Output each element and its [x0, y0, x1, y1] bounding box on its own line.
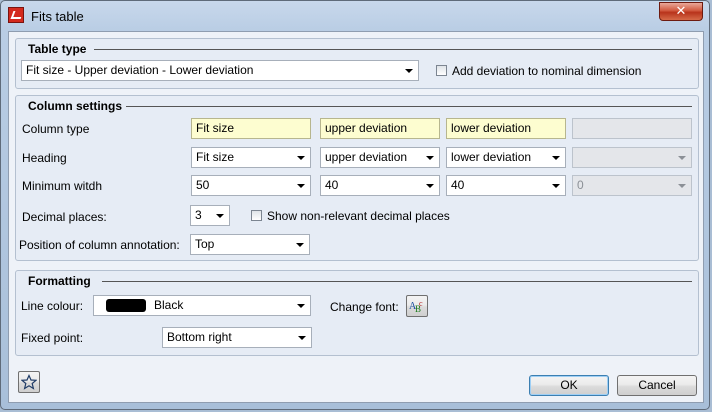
column-settings-title: Column settings — [28, 99, 123, 113]
min-width-value: 0 — [577, 178, 584, 192]
cancel-button[interactable]: Cancel — [617, 375, 697, 396]
favorites-button[interactable] — [18, 371, 40, 393]
ok-button[interactable]: OK — [529, 375, 609, 396]
change-font-label: Change font: — [330, 300, 399, 314]
column-type-label: Column type — [22, 122, 90, 136]
colour-swatch — [106, 299, 146, 312]
fixed-point-label: Fixed point: — [21, 331, 84, 345]
chevron-down-icon — [426, 156, 434, 160]
chevron-down-icon — [216, 214, 224, 218]
add-deviation-checkbox[interactable] — [436, 65, 447, 76]
decimal-places-label: Decimal places: — [22, 210, 107, 224]
heading-value: upper deviation — [325, 150, 408, 164]
chevron-down-icon — [298, 336, 306, 340]
position-select[interactable]: Top — [190, 234, 310, 255]
heading-value: lower deviation — [451, 150, 532, 164]
line-colour-label: Line colour: — [21, 299, 84, 313]
column-type-field-2[interactable]: upper deviation — [320, 118, 440, 139]
app-icon — [8, 7, 24, 23]
show-nonrelevant-label: Show non-relevant decimal places — [267, 209, 450, 223]
line-colour-select[interactable]: Black — [93, 295, 311, 316]
min-width-select-2[interactable]: 40 — [320, 175, 440, 196]
chevron-down-icon — [297, 304, 305, 308]
formatting-group: Formatting Line colour: Black Change fon… — [15, 270, 699, 356]
column-type-field-1[interactable]: Fit size — [191, 118, 311, 139]
heading-select-2[interactable]: upper deviation — [320, 147, 440, 168]
column-type-field-3[interactable]: lower deviation — [446, 118, 566, 139]
chevron-down-icon — [552, 184, 560, 188]
divider — [102, 281, 692, 282]
column-type-field-4 — [572, 118, 692, 139]
heading-select-3[interactable]: lower deviation — [446, 147, 566, 168]
table-type-group: Table type Fit size - Upper deviation - … — [15, 38, 699, 89]
chevron-down-icon — [678, 156, 686, 160]
table-type-select[interactable]: Fit size - Upper deviation - Lower devia… — [21, 60, 419, 81]
min-width-select-3[interactable]: 40 — [446, 175, 566, 196]
decimal-places-select[interactable]: 3 — [190, 205, 230, 226]
min-width-value: 40 — [451, 178, 465, 192]
heading-value: Fit size — [196, 150, 235, 164]
min-width-select-4: 0 — [572, 175, 692, 196]
formatting-title: Formatting — [28, 274, 91, 288]
heading-select-1[interactable]: Fit size — [191, 147, 311, 168]
line-colour-value: Black — [154, 298, 184, 312]
divider — [94, 49, 692, 50]
chevron-down-icon — [297, 184, 305, 188]
change-font-button[interactable]: A B c — [406, 295, 428, 317]
heading-select-4 — [572, 147, 692, 168]
title-bar[interactable]: Fits table ✕ — [1, 1, 709, 31]
min-width-label: Minimum witdh — [22, 179, 103, 193]
close-button[interactable]: ✕ — [659, 2, 703, 21]
table-type-title: Table type — [28, 42, 87, 56]
decimal-places-value: 3 — [195, 208, 202, 222]
add-deviation-label: Add deviation to nominal dimension — [452, 64, 642, 78]
chevron-down-icon — [296, 243, 304, 247]
divider — [126, 106, 692, 107]
chevron-down-icon — [552, 156, 560, 160]
font-icon: A B c — [409, 299, 423, 314]
min-width-value: 50 — [196, 178, 210, 192]
position-label: Position of column annotation: — [19, 238, 180, 252]
column-settings-group: Column settings Column type Fit size upp… — [15, 95, 699, 261]
chevron-down-icon — [297, 156, 305, 160]
dialog-window: Fits table ✕ Table type Fit size - Upper… — [0, 0, 710, 410]
fixed-point-select[interactable]: Bottom right — [162, 327, 312, 348]
heading-label: Heading — [22, 151, 67, 165]
dialog-content: Table type Fit size - Upper deviation - … — [8, 31, 704, 403]
svg-text:c: c — [419, 299, 423, 308]
chevron-down-icon — [405, 69, 413, 73]
table-type-value: Fit size - Upper deviation - Lower devia… — [26, 63, 254, 77]
chevron-down-icon — [426, 184, 434, 188]
chevron-down-icon — [678, 184, 686, 188]
star-icon — [20, 374, 38, 390]
position-value: Top — [195, 237, 215, 251]
window-title: Fits table — [31, 9, 84, 24]
min-width-value: 40 — [325, 178, 339, 192]
fixed-point-value: Bottom right — [167, 330, 232, 344]
min-width-select-1[interactable]: 50 — [191, 175, 311, 196]
show-nonrelevant-checkbox[interactable] — [251, 210, 262, 221]
